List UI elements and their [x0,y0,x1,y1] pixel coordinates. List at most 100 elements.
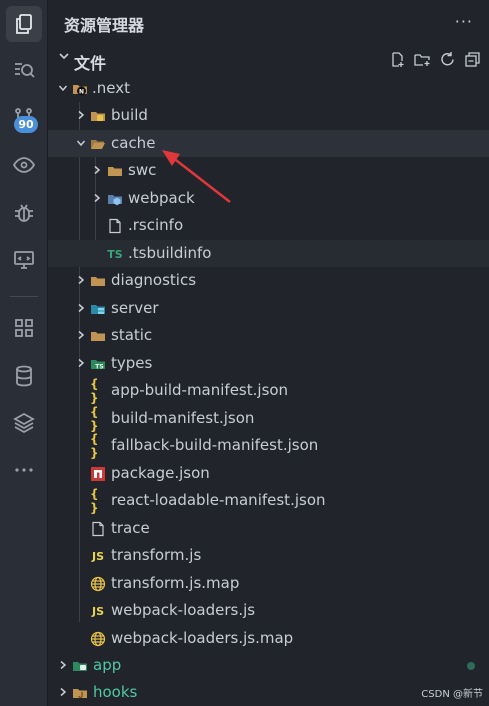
chevron-right-icon [60,687,67,697]
chevron-right-icon [78,330,85,340]
server-folder-icon [90,301,106,317]
tree-item-transform-js[interactable]: JS transform.js [48,542,489,569]
globe-map-icon [90,576,106,592]
extensions-grid-icon[interactable] [6,310,42,346]
tree-item-app[interactable]: app [48,652,489,679]
tree-item-types[interactable]: TS types [48,350,489,377]
activity-separator [10,296,38,297]
tree-item-next[interactable]: N .next [48,75,489,102]
scm-badge: 90 [14,116,38,133]
tree-item-label: webpack [128,189,195,207]
tree-item-swc[interactable]: swc [48,157,489,184]
tree-item-label: fallback-build-manifest.json [111,436,319,454]
ts-file-icon: TS [107,247,123,261]
tree-item-label: diagnostics [111,271,197,289]
tree-item-react-loadable-manifest[interactable]: { } react-loadable-manifest.json [48,487,489,515]
tree-item-trace[interactable]: trace [48,515,489,542]
tree-item-label: transform.js [111,546,202,564]
section-actions [389,51,481,68]
tree-item-rscinfo[interactable]: .rscinfo [48,212,489,239]
debug-icon[interactable] [6,195,42,231]
js-file-icon: JS [91,604,104,618]
explorer-more-button[interactable]: ··· [455,12,473,31]
status-dot [467,662,475,670]
js-file-icon: JS [91,549,104,563]
refresh-icon[interactable] [439,51,456,68]
tree-item-webpack[interactable]: webpack [48,185,489,212]
folder-open-icon [90,136,106,152]
tree-item-label: build-manifest.json [111,409,255,427]
tree-item-label: .rscinfo [128,216,184,234]
chevron-right-icon [78,303,85,313]
explorer-title: 资源管理器 [64,16,145,35]
svg-text:N: N [79,88,84,95]
tree-item-webpack-loaders-js-map[interactable]: webpack-loaders.js.map [48,625,489,652]
tree-item-transform-js-map[interactable]: transform.js.map [48,570,489,597]
chevron-right-icon [78,275,85,285]
tree-item-server[interactable]: server [48,295,489,322]
globe-map-icon [90,631,106,647]
json-file-icon: { } [90,487,99,515]
json-file-icon: { } [90,405,99,433]
types-folder-icon: TS [90,356,106,372]
tree-item-label: trace [111,519,150,537]
file-icon [107,218,123,234]
search-icon[interactable] [6,52,42,88]
tree-item-label: transform.js.map [111,574,240,592]
remote-display-icon[interactable] [6,242,42,278]
chevron-right-icon [94,165,101,175]
tree-item-label: webpack-loaders.js.map [111,629,294,647]
chevron-down-icon [76,140,86,147]
tree-item-label: .next [92,79,130,97]
tree-item-label: app [93,656,122,674]
files-section-header[interactable]: 文件 [48,47,489,73]
tree-item-cache[interactable]: cache [48,130,489,157]
tree-item-label: types [111,354,153,372]
database-icon[interactable] [6,358,42,394]
tree-item-label: build [111,106,148,124]
tree-item-tsbuildinfo[interactable]: TS .tsbuildinfo [48,240,489,267]
files-section-label: 文件 [74,54,107,73]
collapse-all-icon[interactable] [464,51,481,68]
tree-item-diagnostics[interactable]: diagnostics [48,267,489,294]
json-file-icon: { } [90,377,99,405]
tree-item-fallback-build-manifest[interactable]: { } fallback-build-manifest.json [48,432,489,460]
tree-item-label: package.json [111,464,210,482]
tree-item-label: react-loadable-manifest.json [111,491,326,509]
next-folder-icon: N [72,81,88,97]
chevron-right-icon [60,660,67,670]
file-icon [90,521,106,537]
svg-text:TS: TS [95,364,103,371]
app-folder-icon [72,658,88,674]
json-file-icon: { } [90,432,99,460]
activity-bar: 90 [0,0,48,706]
folder-icon [107,163,123,179]
tree-item-label: swc [128,161,157,179]
chevron-right-icon [94,193,101,203]
tree-item-build[interactable]: build [48,102,489,129]
npm-icon [90,466,106,482]
chevron-right-icon [78,358,85,368]
tree-item-webpack-loaders-js[interactable]: JS webpack-loaders.js [48,597,489,624]
folder-icon [90,273,106,289]
tree-item-label: server [111,299,159,317]
chevron-down-icon [58,85,68,92]
preview-icon[interactable] [6,147,42,183]
tree-item-package-json[interactable]: package.json [48,460,489,487]
tree-item-label: cache [111,134,156,152]
tree-item-label: app-build-manifest.json [111,381,289,399]
tree-item-label: webpack-loaders.js [111,601,256,619]
new-folder-icon[interactable] [414,51,431,68]
webpack-folder-icon [107,191,123,207]
watermark: CSDN @新节 [421,689,483,700]
chevron-right-icon [78,110,85,120]
tree-item-app-build-manifest[interactable]: { } app-build-manifest.json [48,377,489,405]
tree-item-static[interactable]: static [48,322,489,349]
explorer-icon[interactable] [6,6,42,42]
more-icon[interactable] [6,452,42,488]
new-file-icon[interactable] [389,51,406,68]
layers-icon[interactable] [6,405,42,441]
tree-item-build-manifest[interactable]: { } build-manifest.json [48,405,489,433]
tree-item-label: hooks [93,683,138,701]
tree-item-label: .tsbuildinfo [128,244,212,262]
